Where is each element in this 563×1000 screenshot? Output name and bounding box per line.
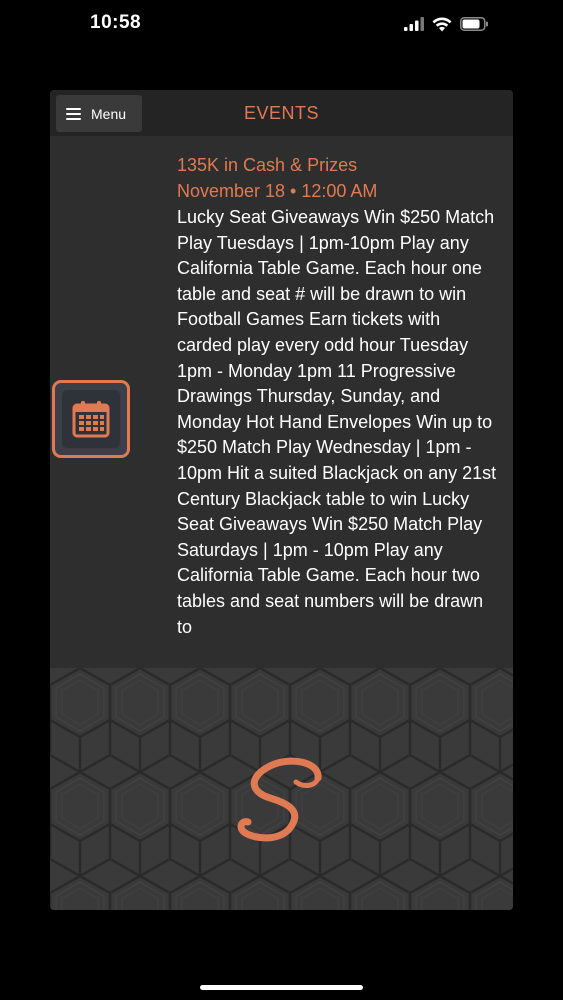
event-card[interactable]: 135K in Cash & Prizes November 18 • 12:0… xyxy=(50,136,513,668)
event-title[interactable]: 135K in Cash & Prizes xyxy=(177,152,497,178)
home-indicator[interactable] xyxy=(200,985,363,990)
wifi-icon xyxy=(432,16,452,31)
page-title: EVENTS xyxy=(243,103,320,123)
event-description: Lucky Seat Giveaways Win $250 Match Play… xyxy=(177,207,497,637)
calendar-icon-bg xyxy=(62,390,120,448)
calendar-tile[interactable] xyxy=(52,380,130,458)
event-date: November 18 • 12:00 AM xyxy=(177,181,378,201)
top-bar: Menu EVENTS xyxy=(50,90,513,136)
battery-icon xyxy=(460,17,488,31)
status-icons xyxy=(404,14,489,34)
event-text: 135K in Cash & Prizes November 18 • 12:0… xyxy=(177,152,497,640)
app-frame: Menu EVENTS 135K in Cash & Prizes Novemb… xyxy=(50,90,513,910)
status-bar: 10:58 xyxy=(0,0,563,50)
status-time: 10:58 xyxy=(90,12,142,33)
calendar-icon xyxy=(72,401,110,438)
signal-icon xyxy=(404,17,424,31)
footer-banner xyxy=(50,668,513,910)
brand-logo xyxy=(237,757,322,842)
